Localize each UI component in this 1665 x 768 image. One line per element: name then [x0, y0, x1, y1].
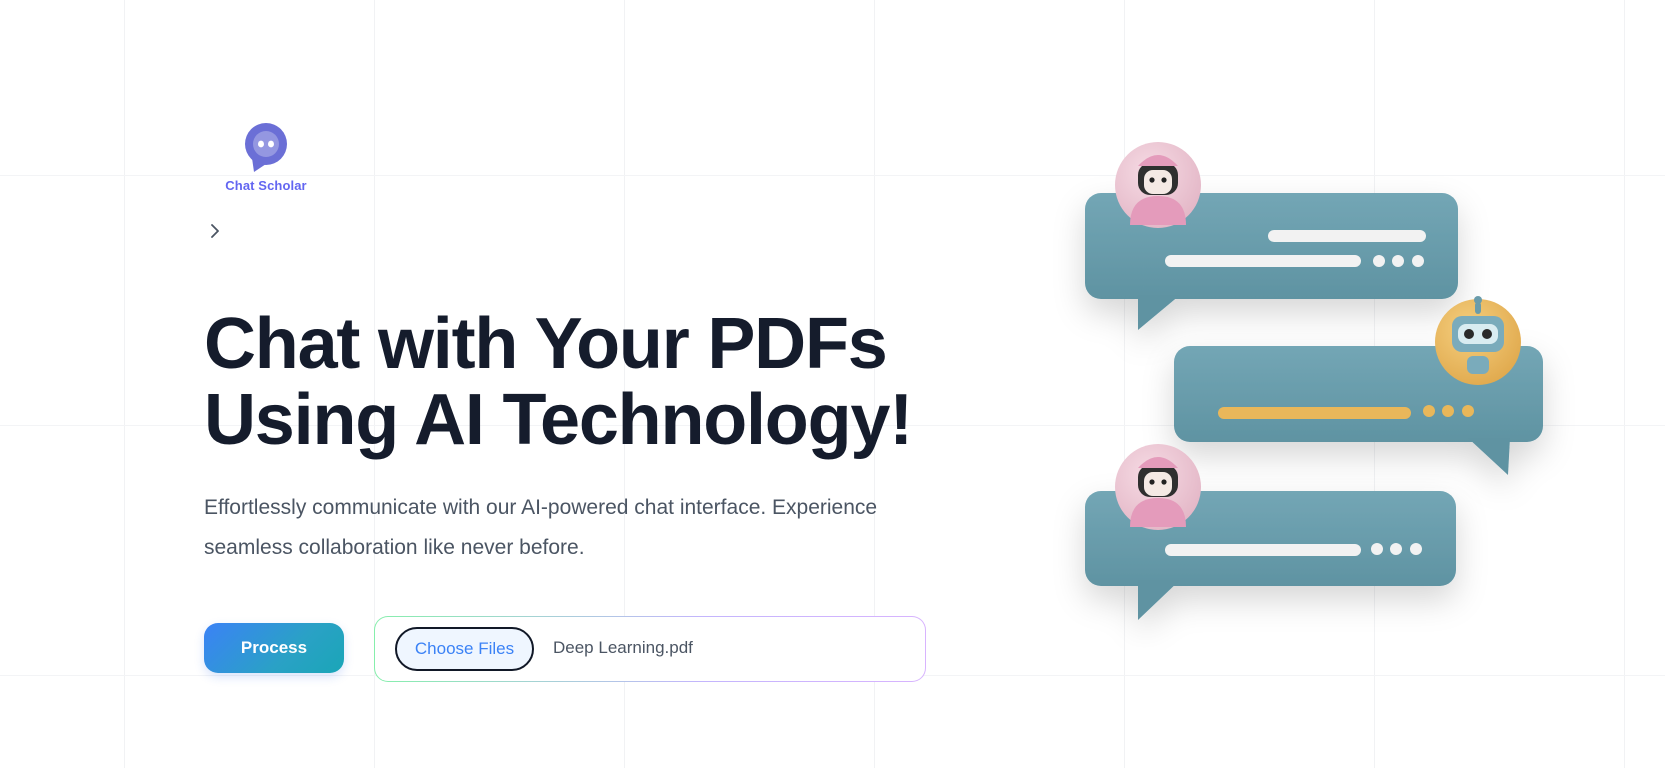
message-line [1268, 230, 1426, 242]
typing-dot [1442, 405, 1454, 417]
hero-subtitle-line-1: Effortlessly communicate with our AI-pow… [204, 496, 878, 519]
typing-dot [1423, 405, 1435, 417]
typing-dot [1462, 405, 1474, 417]
message-line [1165, 255, 1361, 267]
bg-grid-line [124, 0, 125, 768]
chat-bubble-logo-icon [245, 123, 287, 172]
chevron-right-icon[interactable] [208, 224, 222, 238]
typing-dot [1390, 543, 1402, 555]
typing-dot [1412, 255, 1424, 267]
choose-files-button[interactable]: Choose Files [395, 627, 534, 671]
process-button[interactable]: Process [204, 623, 344, 673]
typing-dot [1410, 543, 1422, 555]
hero-subtitle: Effortlessly communicate with our AI-pow… [204, 488, 944, 568]
user-avatar-icon [1115, 142, 1201, 228]
hero-title-line-2: Using AI Technology! [204, 380, 913, 460]
typing-dot [1392, 255, 1404, 267]
chat-bubbles-illustration [1085, 142, 1543, 620]
selected-file-name: Deep Learning.pdf [553, 638, 693, 657]
hero-subtitle-line-2: seamless collaboration like never before… [204, 536, 585, 559]
brand-logo[interactable]: Chat Scholar [218, 122, 314, 193]
user-avatar-icon [1115, 444, 1201, 530]
hero-title: Chat with Your PDFs Using AI Technology! [204, 304, 913, 460]
bg-grid-line [1624, 0, 1625, 768]
message-line [1218, 407, 1411, 419]
message-line [1165, 544, 1361, 556]
file-upload-field[interactable]: Choose Files Deep Learning.pdf [374, 616, 926, 682]
brand-name: Chat Scholar [225, 178, 307, 193]
typing-dot [1371, 543, 1383, 555]
bot-avatar-icon [1435, 296, 1521, 385]
typing-dot [1373, 255, 1385, 267]
hero-title-line-1: Chat with Your PDFs [204, 304, 888, 384]
